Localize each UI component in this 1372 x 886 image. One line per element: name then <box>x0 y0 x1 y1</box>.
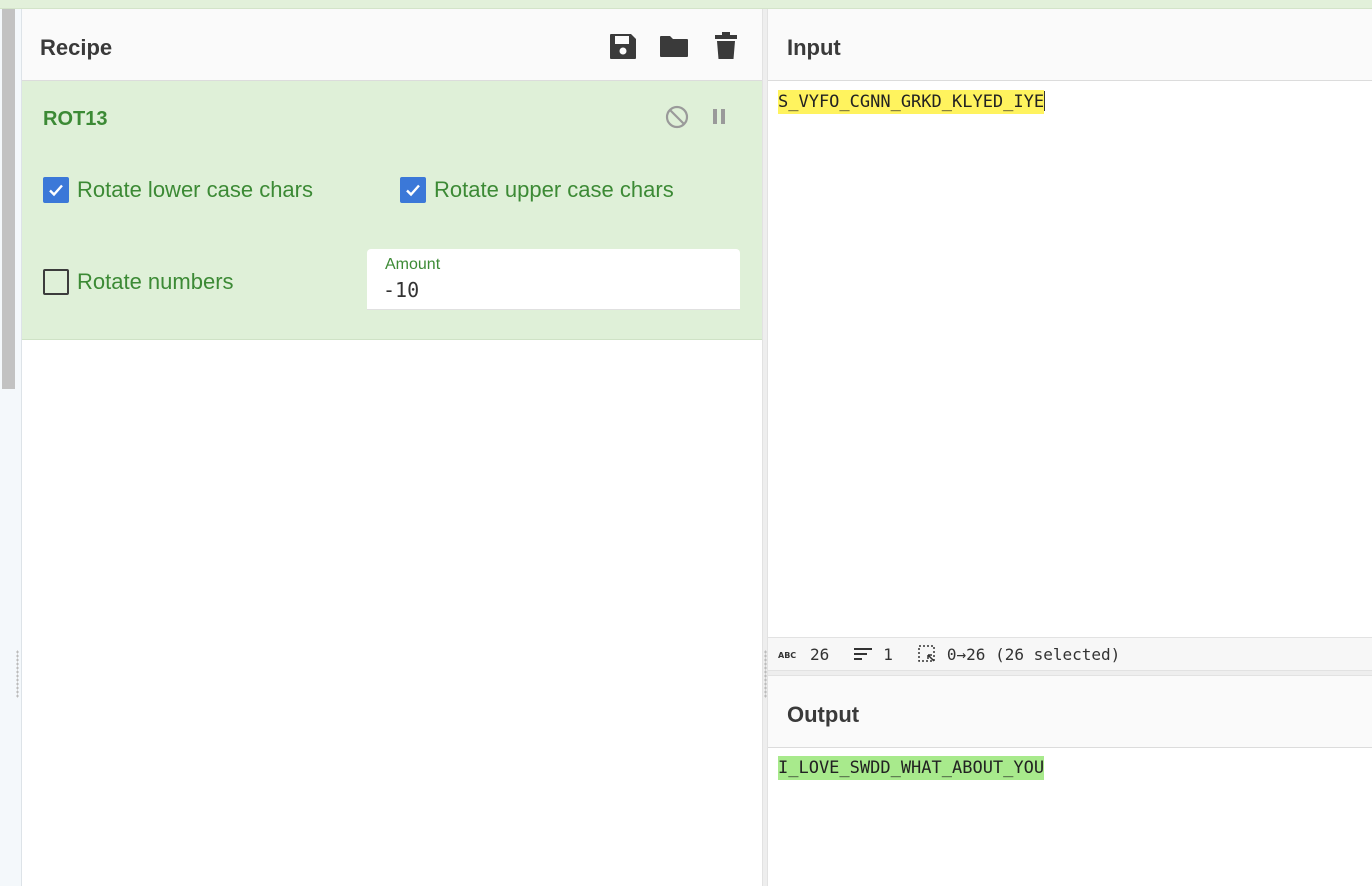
amount-field[interactable]: Amount <box>367 249 740 310</box>
rotate-upper-label: Rotate upper case chars <box>434 177 674 202</box>
recipe-header: Recipe <box>22 9 762 81</box>
operation-title: ROT13 <box>43 108 108 130</box>
amount-label: Amount <box>385 256 441 273</box>
folder-icon[interactable] <box>658 30 690 62</box>
disable-icon[interactable] <box>664 104 690 130</box>
abc-icon: ABC <box>778 644 800 664</box>
output-header: Output <box>768 676 1372 748</box>
line-count: 1 <box>883 644 893 664</box>
svg-text:ABC: ABC <box>778 651 796 660</box>
recipe-panel: Recipe ROT13 Rotate lower case chars Rot… <box>22 9 762 886</box>
input-textarea[interactable]: S_VYFO_CGNN_GRKD_KLYED_IYE <box>778 90 1046 114</box>
top-bar <box>0 0 1372 9</box>
rotate-numbers-checkbox[interactable] <box>43 269 69 295</box>
operation-rot13: ROT13 Rotate lower case chars Rotate upp <box>22 81 762 340</box>
input-text: S_VYFO_CGNN_GRKD_KLYED_IYE <box>778 90 1045 114</box>
selection-range: 0→26 (26 selected) <box>946 644 1121 664</box>
selection-icon <box>917 644 937 664</box>
recipe-title: Recipe <box>40 35 113 60</box>
output-text: I_LOVE_SWDD_WHAT_ABOUT_YOU <box>778 756 1045 780</box>
output-panel: Output I_LOVE_SWDD_WHAT_ABOUT_YOU <box>768 676 1372 886</box>
rotate-lower-option[interactable]: Rotate lower case chars <box>43 177 313 203</box>
lines-icon <box>853 644 873 664</box>
input-header: Input <box>768 9 1372 81</box>
rotate-lower-checkbox[interactable] <box>43 177 69 203</box>
rotate-upper-option[interactable]: Rotate upper case chars <box>400 177 674 203</box>
rotate-upper-checkbox[interactable] <box>400 177 426 203</box>
resize-handle[interactable] <box>16 650 19 698</box>
rotate-numbers-option[interactable]: Rotate numbers <box>43 269 234 295</box>
rotate-lower-label: Rotate lower case chars <box>77 177 313 202</box>
input-panel: Input S_VYFO_CGNN_GRKD_KLYED_IYE ABC 26 … <box>768 9 1372 670</box>
resize-handle[interactable] <box>764 650 767 698</box>
char-count: 26 <box>810 644 830 664</box>
trash-icon[interactable] <box>710 30 742 62</box>
scrollbar[interactable] <box>2 9 15 389</box>
input-title: Input <box>787 35 841 60</box>
rotate-numbers-label: Rotate numbers <box>77 269 234 294</box>
pause-icon[interactable] <box>706 104 732 130</box>
input-status-bar: ABC 26 1 0→26 (26 selected) <box>768 637 1372 670</box>
output-title: Output <box>787 702 860 727</box>
output-textarea[interactable]: I_LOVE_SWDD_WHAT_ABOUT_YOU <box>778 756 1045 780</box>
text-caret <box>1044 91 1046 111</box>
amount-input[interactable] <box>383 277 723 303</box>
save-icon[interactable] <box>607 30 639 62</box>
